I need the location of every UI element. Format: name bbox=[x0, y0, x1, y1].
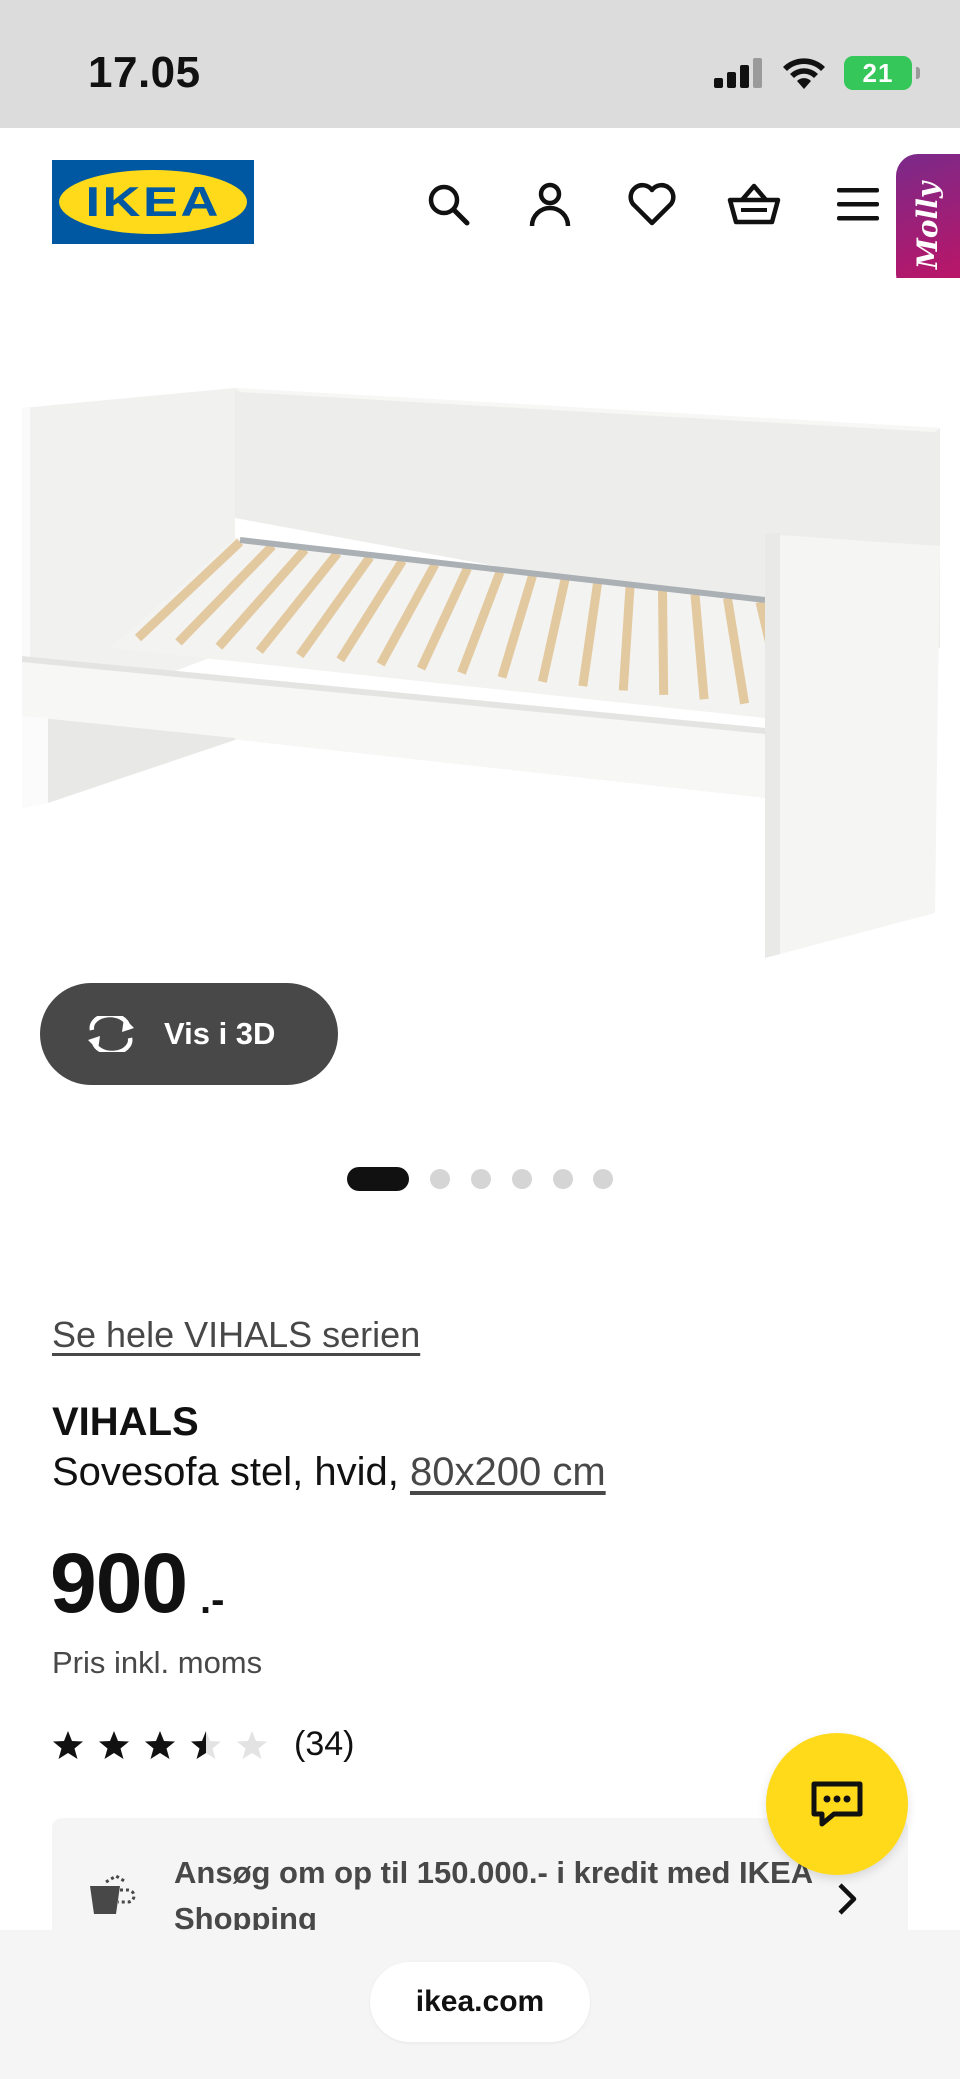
signal-icon bbox=[714, 58, 762, 88]
wifi-icon bbox=[783, 58, 825, 89]
url-text: ikea.com bbox=[415, 1985, 545, 2018]
battery-indicator: 21 bbox=[844, 56, 920, 90]
credit-cup-icon bbox=[90, 1874, 136, 1914]
star-icon bbox=[237, 1730, 267, 1759]
slat bbox=[658, 590, 669, 695]
molly-assistant-tab[interactable]: Molly bbox=[896, 154, 960, 296]
gallery-pagination bbox=[0, 1167, 960, 1191]
url-bar[interactable]: ikea.com bbox=[370, 1962, 590, 2042]
rotate-3d-icon bbox=[88, 1016, 134, 1052]
status-time: 17.05 bbox=[88, 48, 201, 97]
product-image[interactable] bbox=[0, 358, 960, 998]
view-3d-button[interactable]: Vis i 3D bbox=[40, 983, 338, 1085]
product-price: 900 bbox=[50, 1536, 188, 1630]
product-description: Sovesofa stel, hvid, 80x200 cm bbox=[52, 1450, 606, 1495]
status-icons: 21 bbox=[714, 56, 920, 90]
chat-icon bbox=[811, 1781, 863, 1827]
star-icon bbox=[191, 1730, 221, 1759]
product-dimension-link[interactable]: 80x200 cm bbox=[410, 1450, 606, 1494]
star-icon bbox=[99, 1730, 129, 1759]
logo-text: IKEA bbox=[85, 178, 221, 225]
pagination-dot[interactable] bbox=[471, 1169, 491, 1189]
review-count: (34) bbox=[294, 1725, 355, 1763]
molly-label: Molly bbox=[911, 181, 945, 269]
product-rating[interactable]: (34) bbox=[52, 1725, 354, 1764]
logo-oval: IKEA bbox=[59, 170, 247, 234]
account-icon[interactable] bbox=[522, 176, 578, 232]
ikea-logo[interactable]: IKEA bbox=[52, 160, 254, 244]
site-header: IKEA Molly bbox=[0, 128, 960, 296]
series-link[interactable]: Se hele VIHALS serien bbox=[52, 1314, 420, 1356]
product-name: VIHALS bbox=[52, 1400, 199, 1444]
chevron-right-icon bbox=[838, 1883, 857, 1915]
heart-icon[interactable] bbox=[624, 176, 680, 232]
chat-button[interactable] bbox=[766, 1733, 908, 1875]
view-3d-label: Vis i 3D bbox=[164, 1016, 276, 1051]
product-description-text: Sovesofa stel, hvid, bbox=[52, 1450, 399, 1494]
pagination-dot[interactable] bbox=[593, 1169, 613, 1189]
pagination-dot[interactable] bbox=[553, 1169, 573, 1189]
price-suffix: .- bbox=[200, 1578, 225, 1622]
menu-icon[interactable] bbox=[830, 176, 886, 232]
basket-icon[interactable] bbox=[726, 176, 782, 232]
browser-bar: ikea.com bbox=[0, 1930, 960, 2079]
pagination-dot-active[interactable] bbox=[347, 1167, 409, 1191]
price-note: Pris inkl. moms bbox=[52, 1645, 263, 1680]
star-icon bbox=[145, 1730, 175, 1759]
pagination-dot[interactable] bbox=[512, 1169, 532, 1189]
battery-level: 21 bbox=[862, 57, 894, 88]
product-gallery[interactable]: Vis i 3D bbox=[0, 278, 960, 1238]
search-icon[interactable] bbox=[420, 176, 476, 232]
status-bar: 17.05 21 bbox=[0, 0, 960, 128]
rating-stars bbox=[52, 1729, 268, 1761]
pagination-dot[interactable] bbox=[430, 1169, 450, 1189]
star-icon bbox=[53, 1730, 83, 1759]
credit-text: Ansøg om op til 150.000.- i kredit med I… bbox=[174, 1855, 812, 1930]
